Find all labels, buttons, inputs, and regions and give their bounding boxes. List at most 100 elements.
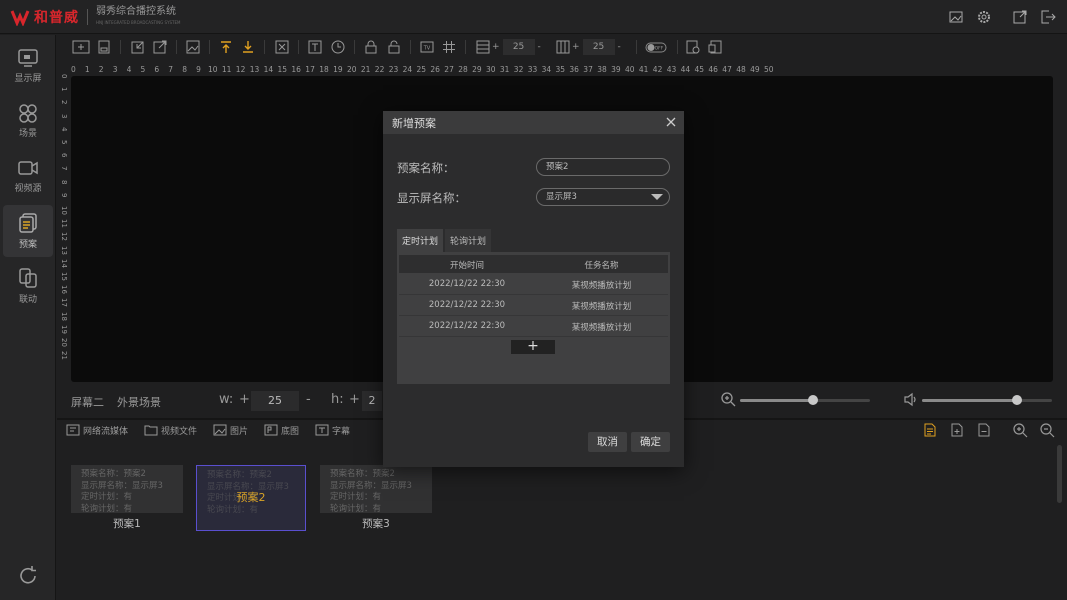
subtitle-icon — [315, 424, 329, 436]
ruler-tick: 46 — [708, 65, 718, 74]
ruler-tick: 4 — [60, 126, 68, 132]
tab-image[interactable]: 图片 — [213, 423, 248, 437]
chevron-down-icon — [651, 194, 663, 200]
tab-label: 底图 — [281, 426, 300, 437]
tab-label: 字幕 — [332, 426, 351, 437]
ruler-tick: 23 — [388, 65, 399, 74]
plan-detail-line: 轮询计划：有 — [81, 503, 133, 514]
sync-icon[interactable] — [17, 565, 39, 587]
zoom-in-icon[interactable] — [721, 392, 736, 407]
column-count-value[interactable]: 25 — [582, 39, 615, 55]
row-stepper[interactable]: + 25 - — [492, 38, 541, 56]
dialog-header: 新增预案 — [383, 111, 684, 134]
nav-item-scene[interactable]: 场景 — [3, 95, 53, 147]
nav-item-linkage[interactable]: 联动 — [3, 260, 53, 312]
grid-icon[interactable] — [442, 40, 456, 54]
ruler-tick: 20 — [60, 338, 68, 347]
table-row[interactable]: 2022/12/22 22:30 某视频播放计划 — [399, 295, 668, 316]
tab-stream[interactable]: 网络流媒体 — [66, 423, 128, 437]
image-icon[interactable] — [948, 9, 964, 25]
ruler-tick: 42 — [652, 65, 663, 74]
plan-card-selected[interactable]: 预案名称：预案2 显示屏名称：显示屏3 定时计划：有 轮询计划：有 预案2 — [196, 465, 306, 531]
ruler-tick: 25 — [416, 65, 427, 74]
plan-card[interactable]: 预案名称：预案2 显示屏名称：显示屏3 定时计划：有 轮询计划：有 — [71, 465, 183, 513]
column-start-time: 开始时间 — [449, 261, 484, 271]
cancel-button[interactable]: 取消 — [588, 432, 627, 452]
bring-to-front-icon[interactable] — [219, 40, 233, 54]
close-window-icon[interactable] — [275, 40, 289, 54]
screen-name-select[interactable]: 显示屏3 — [536, 188, 670, 206]
add-window-icon[interactable] — [72, 40, 90, 54]
new-document-icon[interactable] — [950, 423, 964, 437]
app-logo: 和普威 弱秀综合播控系统 HNJ INTEGRATED BROADCASTING… — [10, 6, 180, 27]
screen-name-selected: 显示屏3 — [546, 192, 577, 202]
nav-item-plan[interactable]: 预案 — [3, 205, 53, 257]
row-increment-button[interactable]: + — [492, 42, 500, 52]
width-increment-button[interactable]: + — [239, 392, 250, 407]
tab-video-file[interactable]: 视频文件 — [144, 423, 197, 437]
scrollbar[interactable] — [1057, 445, 1062, 503]
plan-name-input[interactable]: 预案2 — [536, 158, 670, 176]
image-icon — [213, 424, 227, 436]
zoom-slider-handle[interactable] — [808, 395, 818, 405]
height-increment-button[interactable]: + — [349, 392, 360, 407]
send-to-back-icon[interactable] — [241, 40, 255, 54]
tab-base-map[interactable]: 底图 — [264, 423, 299, 437]
plan-icon — [19, 213, 37, 233]
row-count-value[interactable]: 25 — [502, 39, 535, 55]
width-decrement-button[interactable]: - — [306, 392, 311, 407]
export-icon[interactable] — [1012, 9, 1028, 25]
document-icon[interactable] — [923, 423, 937, 437]
table-row[interactable]: 2022/12/22 22:30 某视频播放计划 — [399, 316, 668, 337]
tab-polling-plan[interactable]: 轮询计划 — [445, 229, 491, 252]
ruler-tick: 5 — [60, 140, 68, 145]
task-name-cell: 某视频播放计划 — [571, 302, 632, 312]
unlock-icon[interactable] — [387, 40, 401, 54]
clock-icon[interactable] — [331, 40, 345, 54]
column-increment-button[interactable]: + — [572, 42, 580, 52]
delete-document-icon[interactable] — [977, 423, 991, 437]
column-decrement-button[interactable]: - — [618, 42, 621, 52]
ruler-tick: 8 — [60, 179, 68, 185]
gear-icon[interactable] — [976, 9, 992, 25]
screen-settings-icon[interactable] — [686, 40, 700, 54]
width-value[interactable]: 25 — [251, 391, 299, 411]
picture-icon[interactable] — [186, 40, 200, 54]
column-task-name: 任务名称 — [584, 261, 619, 271]
zoom-out-icon[interactable] — [1040, 423, 1055, 438]
ruler-tick: 11 — [221, 65, 232, 74]
text-icon[interactable] — [308, 40, 322, 54]
ruler-tick: 44 — [680, 65, 691, 74]
ruler-tick: 15 — [277, 65, 288, 74]
ruler-tick: 12 — [235, 65, 246, 74]
tab-subtitle[interactable]: 字幕 — [315, 423, 350, 437]
add-row-button[interactable]: + — [511, 339, 555, 354]
export-window-icon[interactable] — [153, 40, 167, 54]
linkage-icon — [19, 268, 37, 288]
height-value[interactable]: 2 — [362, 391, 382, 411]
table-row[interactable]: 2022/12/22 22:30 某视频播放计划 — [399, 274, 668, 295]
plan-detail-line: 预案名称：预案2 — [81, 469, 146, 479]
nav-item-video-source[interactable]: 视频源 — [3, 150, 53, 202]
column-stepper[interactable]: + 25 - — [572, 38, 621, 56]
ruler-tick: 27 — [444, 65, 454, 74]
nav-item-display-screen[interactable]: 显示屏 — [3, 40, 53, 92]
screen-preview-icon[interactable] — [708, 40, 722, 54]
volume-icon[interactable] — [903, 392, 918, 407]
plan-card[interactable]: 预案名称：预案2 显示屏名称：显示屏3 定时计划：有 轮询计划：有 — [320, 465, 432, 513]
tv-icon[interactable]: TV — [420, 40, 434, 54]
tab-scheduled-plan[interactable]: 定时计划 — [397, 229, 443, 252]
logout-icon[interactable] — [1040, 9, 1056, 25]
plan-card-details: 预案名称：预案2 显示屏名称：显示屏3 定时计划：有 轮询计划：有 — [330, 469, 422, 513]
close-icon[interactable] — [665, 116, 677, 128]
ruler-tick: 33 — [527, 65, 538, 74]
import-icon[interactable] — [131, 40, 145, 54]
row-decrement-button[interactable]: - — [538, 42, 541, 52]
confirm-button[interactable]: 确定 — [631, 432, 670, 452]
zoom-in-icon[interactable] — [1013, 423, 1028, 438]
toolbar-separator — [410, 40, 411, 54]
toggle-switch[interactable]: OFF — [645, 40, 667, 54]
save-icon[interactable] — [97, 40, 111, 54]
volume-slider-handle[interactable] — [1012, 395, 1022, 405]
lock-icon[interactable] — [364, 40, 378, 54]
